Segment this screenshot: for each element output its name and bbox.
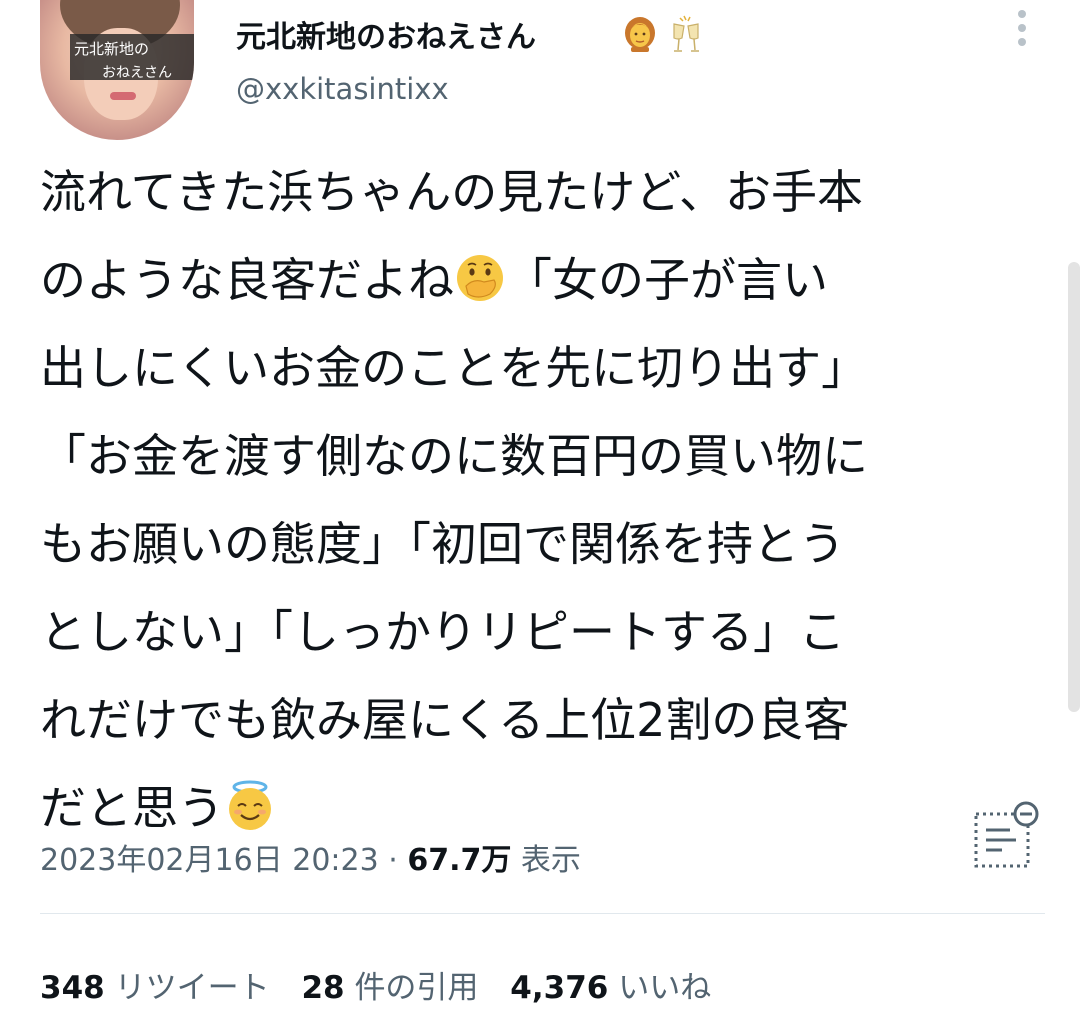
quotes-stat[interactable]: 28 件の引用 (301, 970, 478, 1006)
likes-count: 4,376 (510, 970, 609, 1006)
avatar-label-line1: 元北新地の (74, 40, 150, 58)
tweet-meta: 2023年02月16日 20:23 · 67.7万 表示 (40, 835, 581, 879)
woman-emoji (625, 17, 655, 52)
quotes-label: 件の引用 (354, 970, 479, 1006)
likes-label: いいね (618, 970, 712, 1006)
more-options-icon[interactable] (1008, 6, 1036, 50)
retweets-label: リツイート (114, 970, 270, 1006)
scrollbar[interactable] (1068, 262, 1080, 712)
tweet-line: 「女の子が言い (506, 253, 828, 307)
tweet-line: れだけでも飲み屋にくる上位2割の良客 (40, 693, 850, 747)
avatar[interactable]: 元北新地の おねえさん (40, 0, 194, 140)
hand-over-mouth-emoji (457, 255, 503, 301)
tweet-line: 出しにくいお金のことを先に切り出す」 (40, 341, 868, 395)
tweet-line: もお願いの態度」「初回で関係を持とう (40, 517, 845, 571)
quotes-count: 28 (301, 970, 345, 1006)
community-notes-icon[interactable] (970, 800, 1042, 872)
timestamp[interactable]: 2023年02月16日 20:23 (40, 843, 379, 878)
tweet-text: 流れてきた浜ちゃんの見たけど、お手本 のような良客だよね 「女の子が言い 出しに… (40, 148, 1050, 852)
divider (40, 913, 1045, 914)
views-label: 表示 (520, 843, 581, 878)
tweet-line-with-emoji: のような良客だよね 「女の子が言い (40, 236, 1050, 324)
avatar-lips (110, 92, 136, 100)
display-name[interactable]: 元北新地のおねえさん (236, 12, 536, 56)
tweet-line: だと思う (40, 781, 224, 835)
likes-stat[interactable]: 4,376 いいね (510, 970, 711, 1006)
retweets-count: 348 (40, 970, 105, 1006)
smiling-face-with-halo-emoji (229, 780, 271, 830)
views-count: 67.7万 (407, 843, 512, 878)
tweet-line: 「お金を渡す側なのに数百円の買い物に (40, 429, 868, 483)
avatar-label-line2: おねえさん (102, 65, 172, 81)
clinking-glasses-emoji (673, 15, 699, 52)
tweet-line: としない」「しっかりリピートする」こ (40, 605, 845, 659)
retweets-stat[interactable]: 348 リツイート (40, 970, 270, 1006)
meta-separator: · (388, 843, 398, 878)
tweet-line: 流れてきた浜ちゃんの見たけど、お手本 (40, 165, 863, 219)
user-handle[interactable]: @xxkitasintixx (236, 72, 449, 106)
tweet-line: のような良客だよね (40, 253, 454, 307)
tweet-stats: 348 リツイート 28 件の引用 4,376 いいね (40, 962, 711, 1007)
